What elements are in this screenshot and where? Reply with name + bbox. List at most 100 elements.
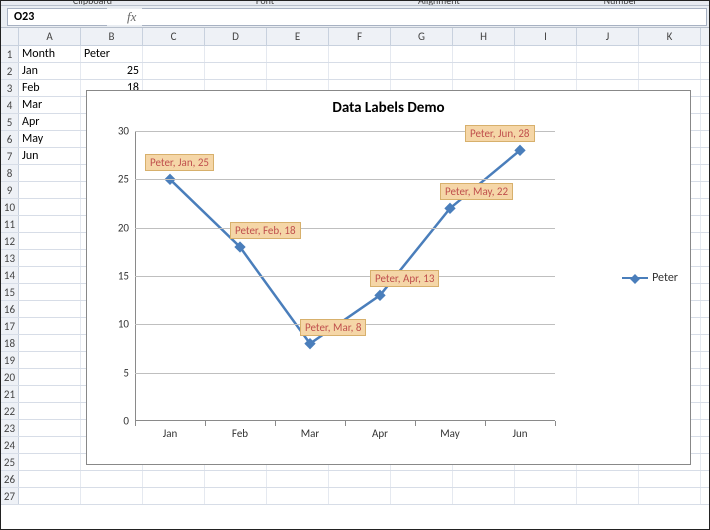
cell[interactable] [639, 488, 701, 504]
cell[interactable] [515, 488, 577, 504]
column-header[interactable]: E [267, 28, 329, 45]
cell[interactable] [81, 488, 143, 504]
column-header[interactable]: A [19, 28, 81, 45]
row-header[interactable]: 21 [1, 386, 19, 402]
cell[interactable]: 25 [81, 63, 143, 79]
cell[interactable] [515, 46, 577, 62]
cell[interactable]: Apr [19, 114, 81, 130]
data-label[interactable]: Peter, Mar, 8 [300, 319, 366, 336]
cell[interactable] [19, 182, 81, 198]
row-header[interactable]: 25 [1, 454, 19, 470]
cell[interactable] [205, 471, 267, 487]
cell[interactable] [267, 63, 329, 79]
row-header[interactable]: 18 [1, 335, 19, 351]
cell[interactable] [143, 488, 205, 504]
select-all-corner[interactable] [1, 28, 19, 45]
row-header[interactable]: 7 [1, 148, 19, 164]
row-header[interactable]: 24 [1, 437, 19, 453]
column-header[interactable]: H [453, 28, 515, 45]
cell[interactable] [267, 471, 329, 487]
cell[interactable] [453, 488, 515, 504]
cell[interactable] [19, 437, 81, 453]
row-header[interactable]: 5 [1, 114, 19, 130]
row-header[interactable]: 20 [1, 369, 19, 385]
cell[interactable] [205, 488, 267, 504]
row-header[interactable]: 17 [1, 318, 19, 334]
row-header[interactable]: 16 [1, 301, 19, 317]
column-header[interactable]: G [391, 28, 453, 45]
row-header[interactable]: 12 [1, 233, 19, 249]
cell[interactable] [577, 471, 639, 487]
formula-input[interactable] [142, 8, 707, 26]
row-header[interactable]: 27 [1, 488, 19, 504]
cell[interactable] [577, 63, 639, 79]
cell[interactable] [19, 216, 81, 232]
cell[interactable]: Mar [19, 97, 81, 113]
row-header[interactable]: 2 [1, 63, 19, 79]
cell[interactable] [143, 63, 205, 79]
column-header[interactable]: I [515, 28, 577, 45]
cell[interactable] [19, 301, 81, 317]
column-header[interactable]: J [577, 28, 639, 45]
cell[interactable] [577, 46, 639, 62]
cell[interactable]: Month [19, 46, 81, 62]
cell[interactable] [19, 454, 81, 470]
plot-area[interactable]: 051015202530JanFebMarAprMayJunPeter, Jan… [135, 131, 555, 421]
data-label[interactable]: Peter, Jun, 28 [465, 125, 535, 142]
cell[interactable] [577, 488, 639, 504]
cell[interactable]: Jan [19, 63, 81, 79]
row-header[interactable]: 10 [1, 199, 19, 215]
cell[interactable] [329, 63, 391, 79]
row-header[interactable]: 22 [1, 403, 19, 419]
cell[interactable] [19, 488, 81, 504]
cell[interactable] [639, 46, 701, 62]
cell[interactable] [81, 471, 143, 487]
row-header[interactable]: 8 [1, 165, 19, 181]
cell[interactable] [19, 335, 81, 351]
column-header[interactable]: D [205, 28, 267, 45]
cell[interactable]: Jun [19, 148, 81, 164]
cell[interactable] [515, 471, 577, 487]
row-header[interactable]: 3 [1, 80, 19, 96]
row-header[interactable]: 6 [1, 131, 19, 147]
data-label[interactable]: Peter, Feb, 18 [230, 222, 301, 239]
column-header[interactable]: K [639, 28, 701, 45]
worksheet[interactable]: ABCDEFGHIJK 1MonthPeter2Jan253Feb184Mar8… [1, 28, 709, 529]
legend[interactable]: Peter [622, 271, 678, 285]
cell[interactable] [19, 369, 81, 385]
cell[interactable] [639, 63, 701, 79]
cell[interactable] [267, 46, 329, 62]
cell[interactable] [19, 233, 81, 249]
cell[interactable] [391, 471, 453, 487]
row-header[interactable]: 14 [1, 267, 19, 283]
cell[interactable] [19, 352, 81, 368]
column-header[interactable]: F [329, 28, 391, 45]
row-header[interactable]: 15 [1, 284, 19, 300]
cell[interactable] [391, 46, 453, 62]
cell[interactable] [639, 471, 701, 487]
cell[interactable] [391, 63, 453, 79]
row-header[interactable]: 9 [1, 182, 19, 198]
row-header[interactable]: 1 [1, 46, 19, 62]
cell[interactable] [453, 471, 515, 487]
cell[interactable] [329, 46, 391, 62]
cell[interactable] [267, 488, 329, 504]
row-header[interactable]: 13 [1, 250, 19, 266]
data-label[interactable]: Peter, Jan, 25 [145, 154, 214, 171]
cell[interactable] [19, 403, 81, 419]
cell[interactable] [453, 46, 515, 62]
cell[interactable] [143, 471, 205, 487]
cell[interactable]: Feb [19, 80, 81, 96]
cell[interactable]: Peter [81, 46, 143, 62]
cell[interactable] [143, 46, 205, 62]
cell[interactable] [205, 46, 267, 62]
fx-button[interactable]: fx [121, 9, 142, 25]
cell[interactable] [329, 488, 391, 504]
column-header[interactable]: B [81, 28, 143, 45]
cell[interactable] [453, 63, 515, 79]
cell[interactable] [19, 420, 81, 436]
row-header[interactable]: 23 [1, 420, 19, 436]
chart-object[interactable]: Data Labels Demo 051015202530JanFebMarAp… [86, 90, 691, 465]
data-label[interactable]: Peter, Apr, 13 [370, 270, 439, 287]
cell[interactable] [19, 386, 81, 402]
